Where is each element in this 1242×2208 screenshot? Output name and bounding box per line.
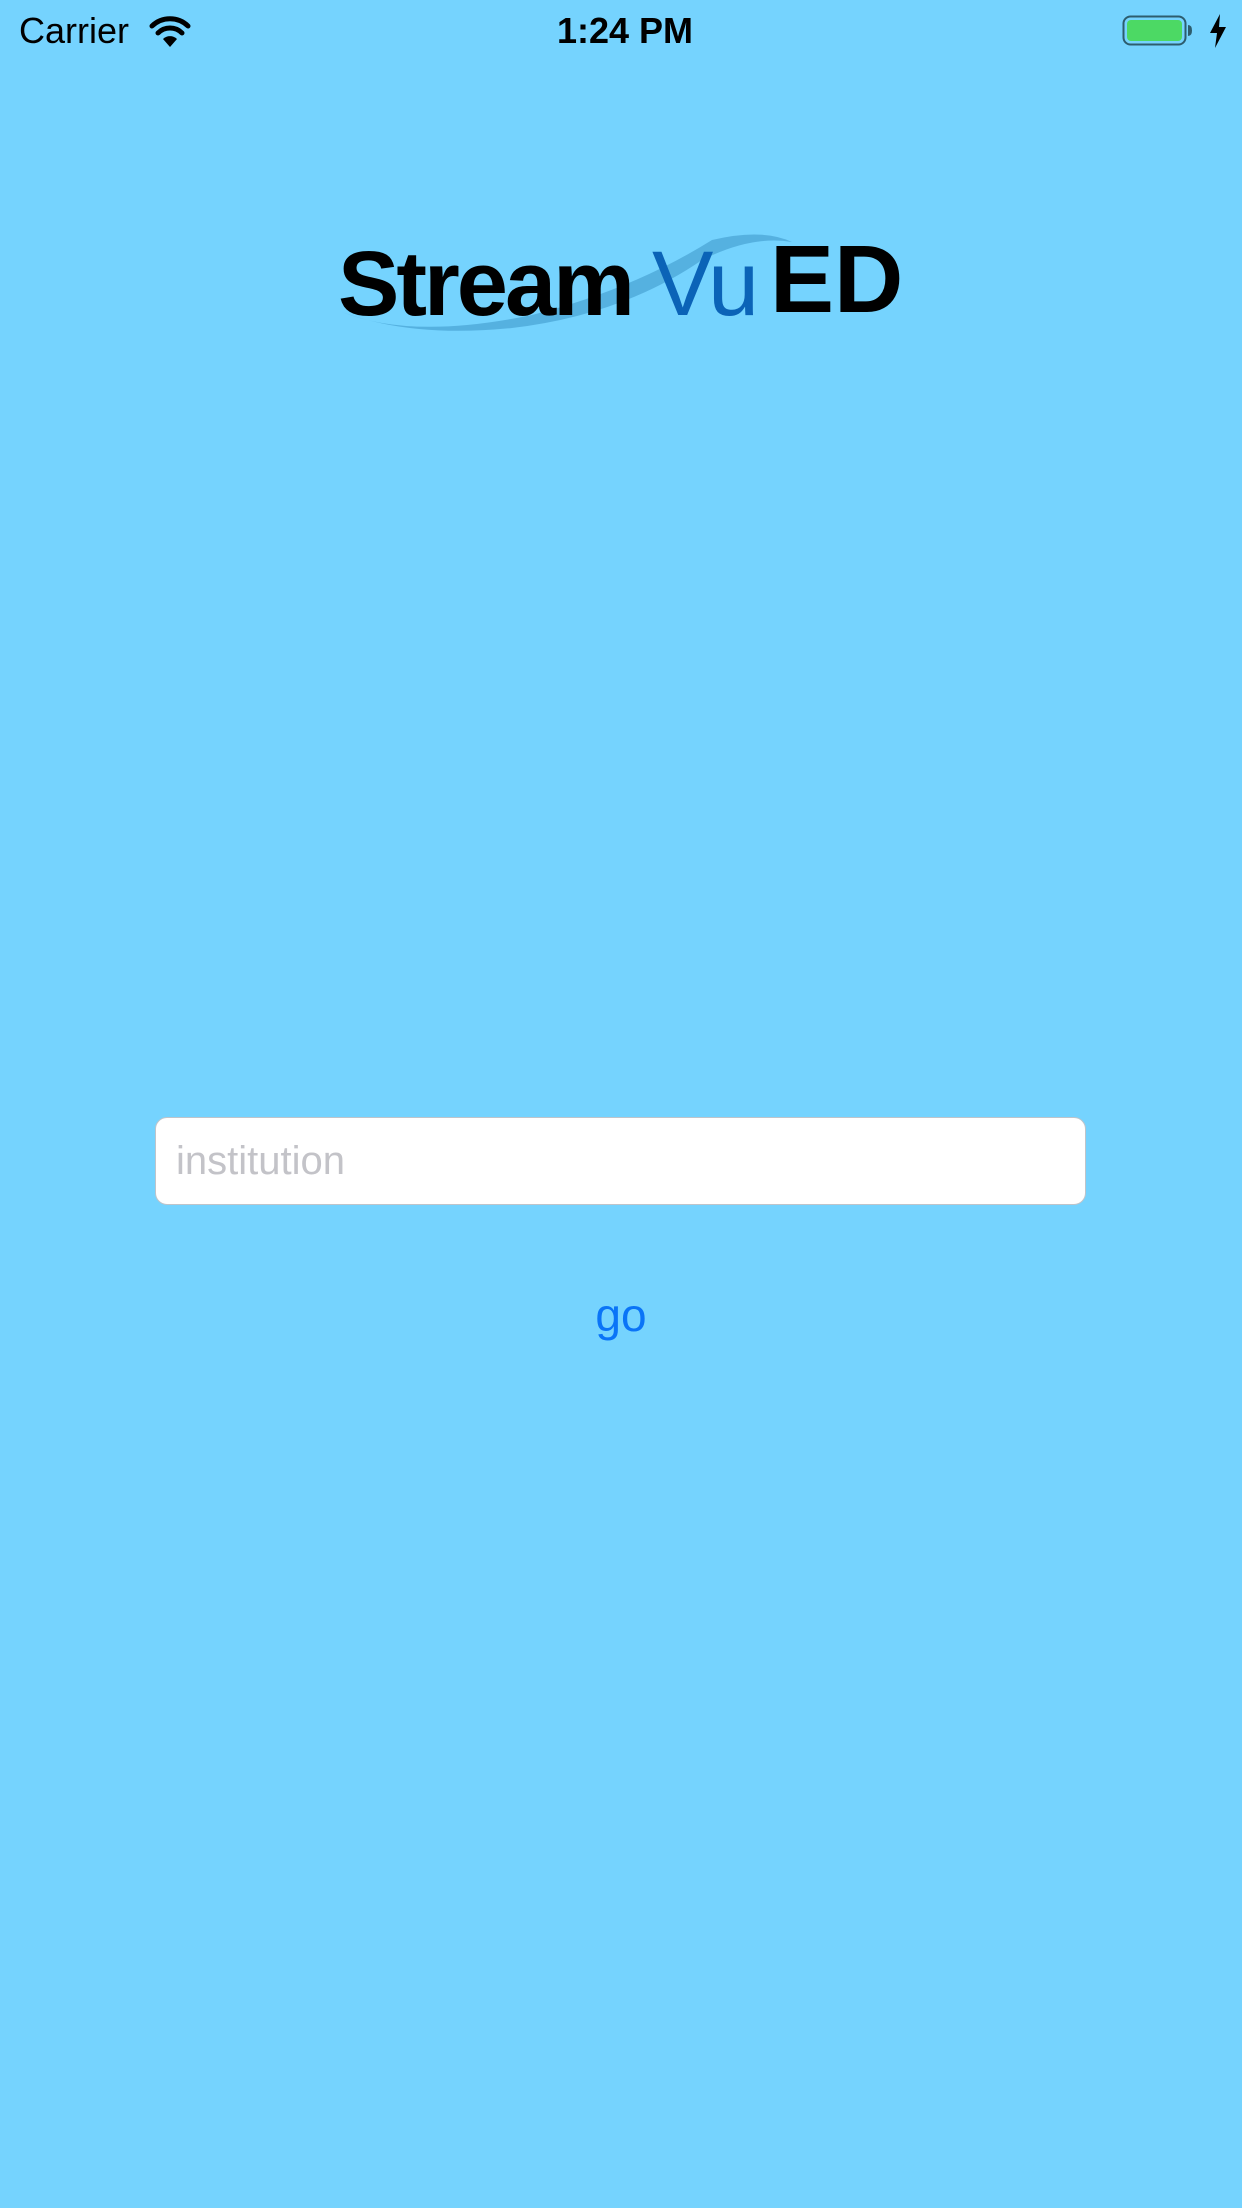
logo-text-vu: Vu [652,233,759,335]
status-bar: Carrier 1:24 PM [0,0,1242,62]
logo-text-stream: Stream [338,233,635,335]
battery-icon [1122,15,1192,46]
logo-text-ed: ED [770,226,904,333]
charging-bolt-icon [1210,14,1226,48]
status-time: 1:24 PM [556,10,694,51]
institution-input[interactable] [155,1117,1086,1205]
go-button[interactable]: go [521,1280,721,1350]
app-logo: Stream Vu ED [332,220,912,340]
